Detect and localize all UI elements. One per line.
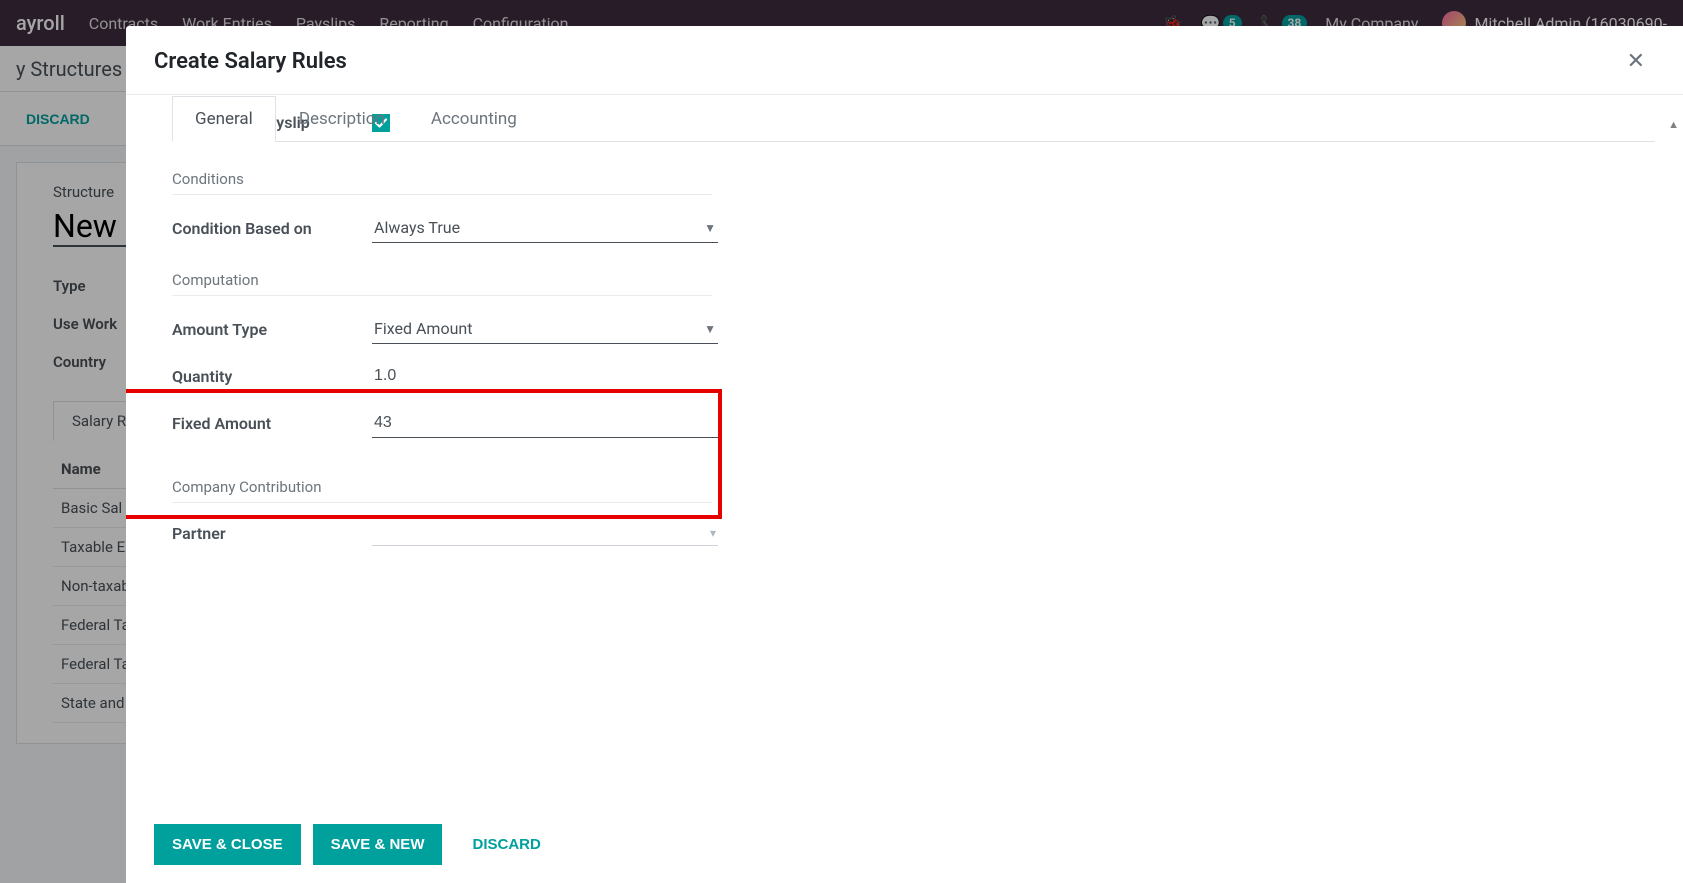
chevron-down-icon: ▾ xyxy=(710,526,716,540)
quantity-label: Quantity xyxy=(172,367,372,386)
quantity-input[interactable] xyxy=(372,362,718,391)
condition-value: Always True xyxy=(374,218,460,237)
discard-button[interactable]: DISCARD xyxy=(454,824,558,865)
tab-general[interactable]: General xyxy=(172,96,276,142)
partner-select[interactable]: ▾ xyxy=(372,521,718,546)
section-computation: Computation xyxy=(172,271,712,296)
fixed-amount-input[interactable] xyxy=(372,409,718,438)
fixed-amount-label: Fixed Amount xyxy=(172,414,372,433)
tab-accounting[interactable]: Accounting xyxy=(408,96,540,141)
modal-tabs: General Description Accounting xyxy=(172,96,1655,142)
condition-based-on-label: Condition Based on xyxy=(172,219,372,238)
chevron-down-icon: ▼ xyxy=(704,322,716,336)
section-conditions: Conditions xyxy=(172,170,712,195)
section-company-contribution: Company Contribution xyxy=(172,478,712,503)
create-salary-rules-modal: Create Salary Rules ✕ ▲ Appears on Paysl… xyxy=(126,26,1683,883)
chevron-down-icon: ▼ xyxy=(704,221,716,235)
tab-description[interactable]: Description xyxy=(276,96,408,141)
condition-based-on-select[interactable]: Always True ▼ xyxy=(372,213,718,243)
close-icon[interactable]: ✕ xyxy=(1617,44,1655,78)
partner-label: Partner xyxy=(172,524,372,543)
modal-body: Appears on Payslip General Description A… xyxy=(126,94,1683,805)
save-new-button[interactable]: SAVE & NEW xyxy=(313,824,443,865)
amount-type-value: Fixed Amount xyxy=(374,319,472,338)
modal-footer: SAVE & CLOSE SAVE & NEW DISCARD xyxy=(126,805,1683,883)
modal-title: Create Salary Rules xyxy=(154,49,1617,74)
amount-type-select[interactable]: Fixed Amount ▼ xyxy=(372,314,718,344)
save-close-button[interactable]: SAVE & CLOSE xyxy=(154,824,301,865)
amount-type-label: Amount Type xyxy=(172,320,372,339)
